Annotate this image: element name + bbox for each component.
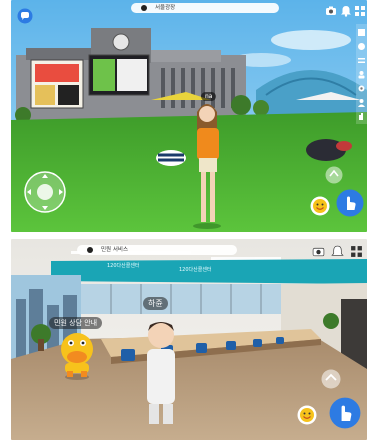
camera-icon[interactable] — [312, 245, 325, 258]
hand-pointer-icon[interactable] — [329, 397, 361, 429]
location-pin-icon — [87, 247, 93, 253]
jump-button[interactable] — [321, 369, 341, 389]
bell-icon[interactable] — [331, 245, 344, 258]
emoji-icon[interactable] — [310, 196, 330, 216]
chat-icon[interactable] — [17, 8, 33, 24]
npc-label: 민원 상담 안내 — [49, 317, 103, 329]
jump-button[interactable] — [325, 166, 343, 184]
banner-text-left: 120다산콜센터 — [107, 263, 140, 269]
location-pin-icon — [141, 5, 147, 11]
location-bar[interactable]: 민원 서비스 — [77, 245, 237, 255]
bell-icon[interactable] — [340, 5, 352, 17]
gesture-icon[interactable] — [357, 112, 366, 121]
grid-menu-icon[interactable] — [354, 5, 366, 17]
emoji-icon[interactable] — [297, 405, 317, 425]
joystick-icon[interactable] — [23, 170, 67, 214]
location-title: 민원 서비스 — [101, 247, 129, 253]
metaverse-service-center-view: 120다산콜센터 120다산콜센터 민원 서비스 민원 상담 안내 하쥰 — [11, 239, 367, 440]
hand-pointer-icon[interactable] — [336, 189, 364, 217]
user-icon[interactable] — [357, 98, 366, 107]
map-icon[interactable] — [357, 28, 366, 37]
camera-icon[interactable] — [325, 5, 337, 17]
list-icon[interactable] — [357, 56, 366, 65]
banner-text-right: 120다산콜센터 — [179, 267, 212, 273]
metaverse-plaza-view: 서울광장 na — [11, 0, 367, 232]
grid-menu-icon[interactable] — [350, 245, 363, 258]
player-nametag: na — [201, 92, 217, 101]
location-bar[interactable]: 서울광장 — [131, 3, 279, 13]
player-nametag: 하쥰 — [143, 297, 168, 310]
photo-icon[interactable] — [357, 42, 366, 51]
friends-icon[interactable] — [357, 70, 366, 79]
settings-icon[interactable] — [357, 84, 366, 93]
location-title: 서울광장 — [155, 5, 176, 11]
